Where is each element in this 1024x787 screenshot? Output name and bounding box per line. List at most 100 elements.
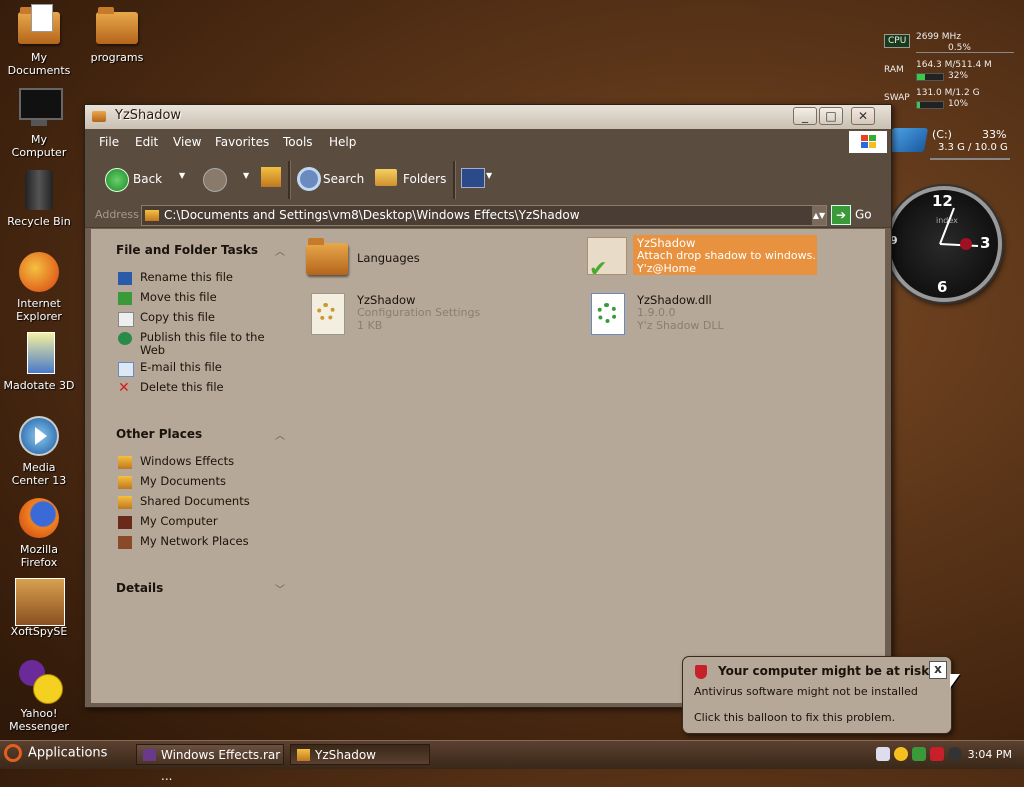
desktop-icon-label: XoftSpySE [10,625,68,638]
desktop-icon-madotate[interactable]: Madotate 3D [1,332,77,392]
place-my-computer[interactable]: My Computer [140,515,218,528]
desktop-icon-my-computer[interactable]: My Computer [1,86,77,159]
copy-icon [118,312,134,327]
tray-security-shield-icon[interactable] [930,747,944,761]
task-copy[interactable]: Copy this file [140,311,215,324]
file-name: YzShadow [637,236,696,250]
file-item-languages[interactable]: Languages [305,235,505,279]
clock-hands [939,207,979,250]
taskbar-item-label: YzShadow [315,748,376,762]
forward-arrow-icon[interactable] [203,168,227,192]
file-name: Languages [357,251,420,265]
swap-label: SWAP [884,93,910,103]
expand-chevron-icon[interactable]: ﹀ [275,581,285,596]
firefox-icon [17,496,61,540]
go-button[interactable]: ➔ Go [831,205,872,225]
applications-label: Applications [28,745,108,761]
taskbar-clock[interactable]: 3:04 PM [968,748,1012,761]
desktop-icon-recycle-bin[interactable]: Recycle Bin [1,168,77,228]
yzshadow-app-icon: ✔ [585,235,629,282]
desktop-icon-label: programs [90,51,144,64]
address-input[interactable]: C:\Documents and Settings\vm8\Desktop\Wi… [141,205,827,226]
balloon-line2: Click this balloon to fix this problem. [694,711,896,724]
tray-messenger-icon[interactable] [894,747,908,761]
taskbar-item-windows-effects[interactable]: Windows Effects.rar ... [136,744,284,783]
task-delete[interactable]: Delete this file [140,381,224,394]
place-shared-documents[interactable]: Shared Documents [140,495,250,508]
folders-button[interactable]: Folders [403,172,446,186]
desktop-icon-label: Yahoo! Messenger [9,707,69,733]
window-title: YzShadow [115,108,182,123]
address-dropdown-icon[interactable]: ▲▼ [812,206,826,225]
desktop-icon-programs[interactable]: programs [79,4,155,64]
desktop-icon-label: Mozilla Firefox [20,543,58,569]
desktop-icon-media-center[interactable]: Media Center 13 [1,414,77,487]
desktop-icon-label: Madotate 3D [3,379,75,392]
place-windows-effects[interactable]: Windows Effects [140,455,234,468]
maximize-button[interactable]: □ [819,107,843,125]
place-my-network[interactable]: My Network Places [140,535,249,548]
search-button[interactable]: Search [323,172,364,186]
details-title[interactable]: Details [116,581,163,595]
task-move[interactable]: Move this file [140,291,217,304]
tray-settings-icon[interactable] [948,747,962,761]
analog-clock-widget: 12 3 6 9 index [886,186,1002,302]
disk-usage: 3.3 G / 10.0 G [938,142,1008,153]
file-description: Attach drop shadow to windows. [637,249,816,262]
views-icon[interactable] [461,168,485,188]
my-documents-icon [118,476,132,489]
folders-icon [375,169,397,186]
menu-help[interactable]: Help [329,135,356,149]
config-settings-icon [305,291,349,335]
place-my-documents[interactable]: My Documents [140,475,226,488]
ram-usage: 164.3 M/511.4 M [916,60,992,70]
explorer-window: YzShadow _ □ ✕ File Edit View Favorites … [84,104,892,708]
task-email[interactable]: E-mail this file [140,361,222,374]
rar-icon [143,749,156,761]
desktop-icon-firefox[interactable]: Mozilla Firefox [1,496,77,569]
balloon-close-button[interactable]: x [929,661,947,679]
back-dropdown-icon[interactable]: ▼ [179,171,185,180]
tray-icon-1[interactable] [876,747,890,761]
file-item-yzshadow-config[interactable]: YzShadow Configuration Settings 1 KB [305,291,525,335]
taskbar-item-yzshadow[interactable]: YzShadow [290,744,430,765]
desktop-icon-xoftspy[interactable]: XoftSpySE [1,578,77,638]
security-balloon[interactable]: Your computer might be at risk x Antivir… [682,656,952,734]
task-publish[interactable]: Publish this file to the Web [140,331,280,357]
back-arrow-icon[interactable] [105,168,129,192]
task-rename[interactable]: Rename this file [140,271,233,284]
collapse-chevron-icon[interactable]: ︿ [275,427,285,442]
views-dropdown-icon[interactable]: ▼ [486,171,492,180]
title-bar[interactable]: YzShadow _ □ ✕ [85,105,891,130]
shared-documents-icon [118,496,132,509]
close-button[interactable]: ✕ [851,107,875,125]
tray-network-icon[interactable] [912,747,926,761]
applications-button[interactable]: Applications [4,744,107,762]
menu-favorites[interactable]: Favorites [215,135,269,149]
desktop-icon-my-documents[interactable]: My Documents [1,4,77,77]
file-folder-tasks-title[interactable]: File and Folder Tasks [116,243,258,257]
back-button[interactable]: Back [133,172,162,186]
collapse-chevron-icon[interactable]: ︿ [275,243,285,258]
minimize-button[interactable]: _ [793,107,817,125]
other-places-title[interactable]: Other Places [116,427,202,441]
desktop-icon-label: Recycle Bin [7,215,71,228]
desktop-icon-label: My Computer [11,133,67,159]
menu-file[interactable]: File [99,135,119,149]
up-folder-icon[interactable] [261,167,281,187]
menu-view[interactable]: View [173,135,201,149]
go-arrow-icon: ➔ [831,205,851,225]
ram-row: RAM 164.3 M/511.4 M 32% [878,58,1014,86]
menu-edit[interactable]: Edit [135,135,158,149]
desktop-icon-internet-explorer[interactable]: Internet Explorer [1,250,77,323]
menu-tools[interactable]: Tools [283,135,313,149]
forward-dropdown-icon[interactable]: ▼ [243,171,249,180]
file-item-yzshadow-dll[interactable]: YzShadow.dll 1.9.0.0 Y'z Shadow DLL [585,291,805,335]
computer-icon [17,86,63,130]
balloon-title: Your computer might be at risk [718,664,930,678]
file-item-yzshadow-exe[interactable]: ✔ YzShadow Attach drop shadow to windows… [585,235,825,282]
recycle-bin-icon [17,168,61,212]
desktop-icon-yahoo-messenger[interactable]: Yahoo! Messenger [1,660,77,733]
folder-icon [145,210,159,221]
windows-logo-icon [849,131,887,153]
